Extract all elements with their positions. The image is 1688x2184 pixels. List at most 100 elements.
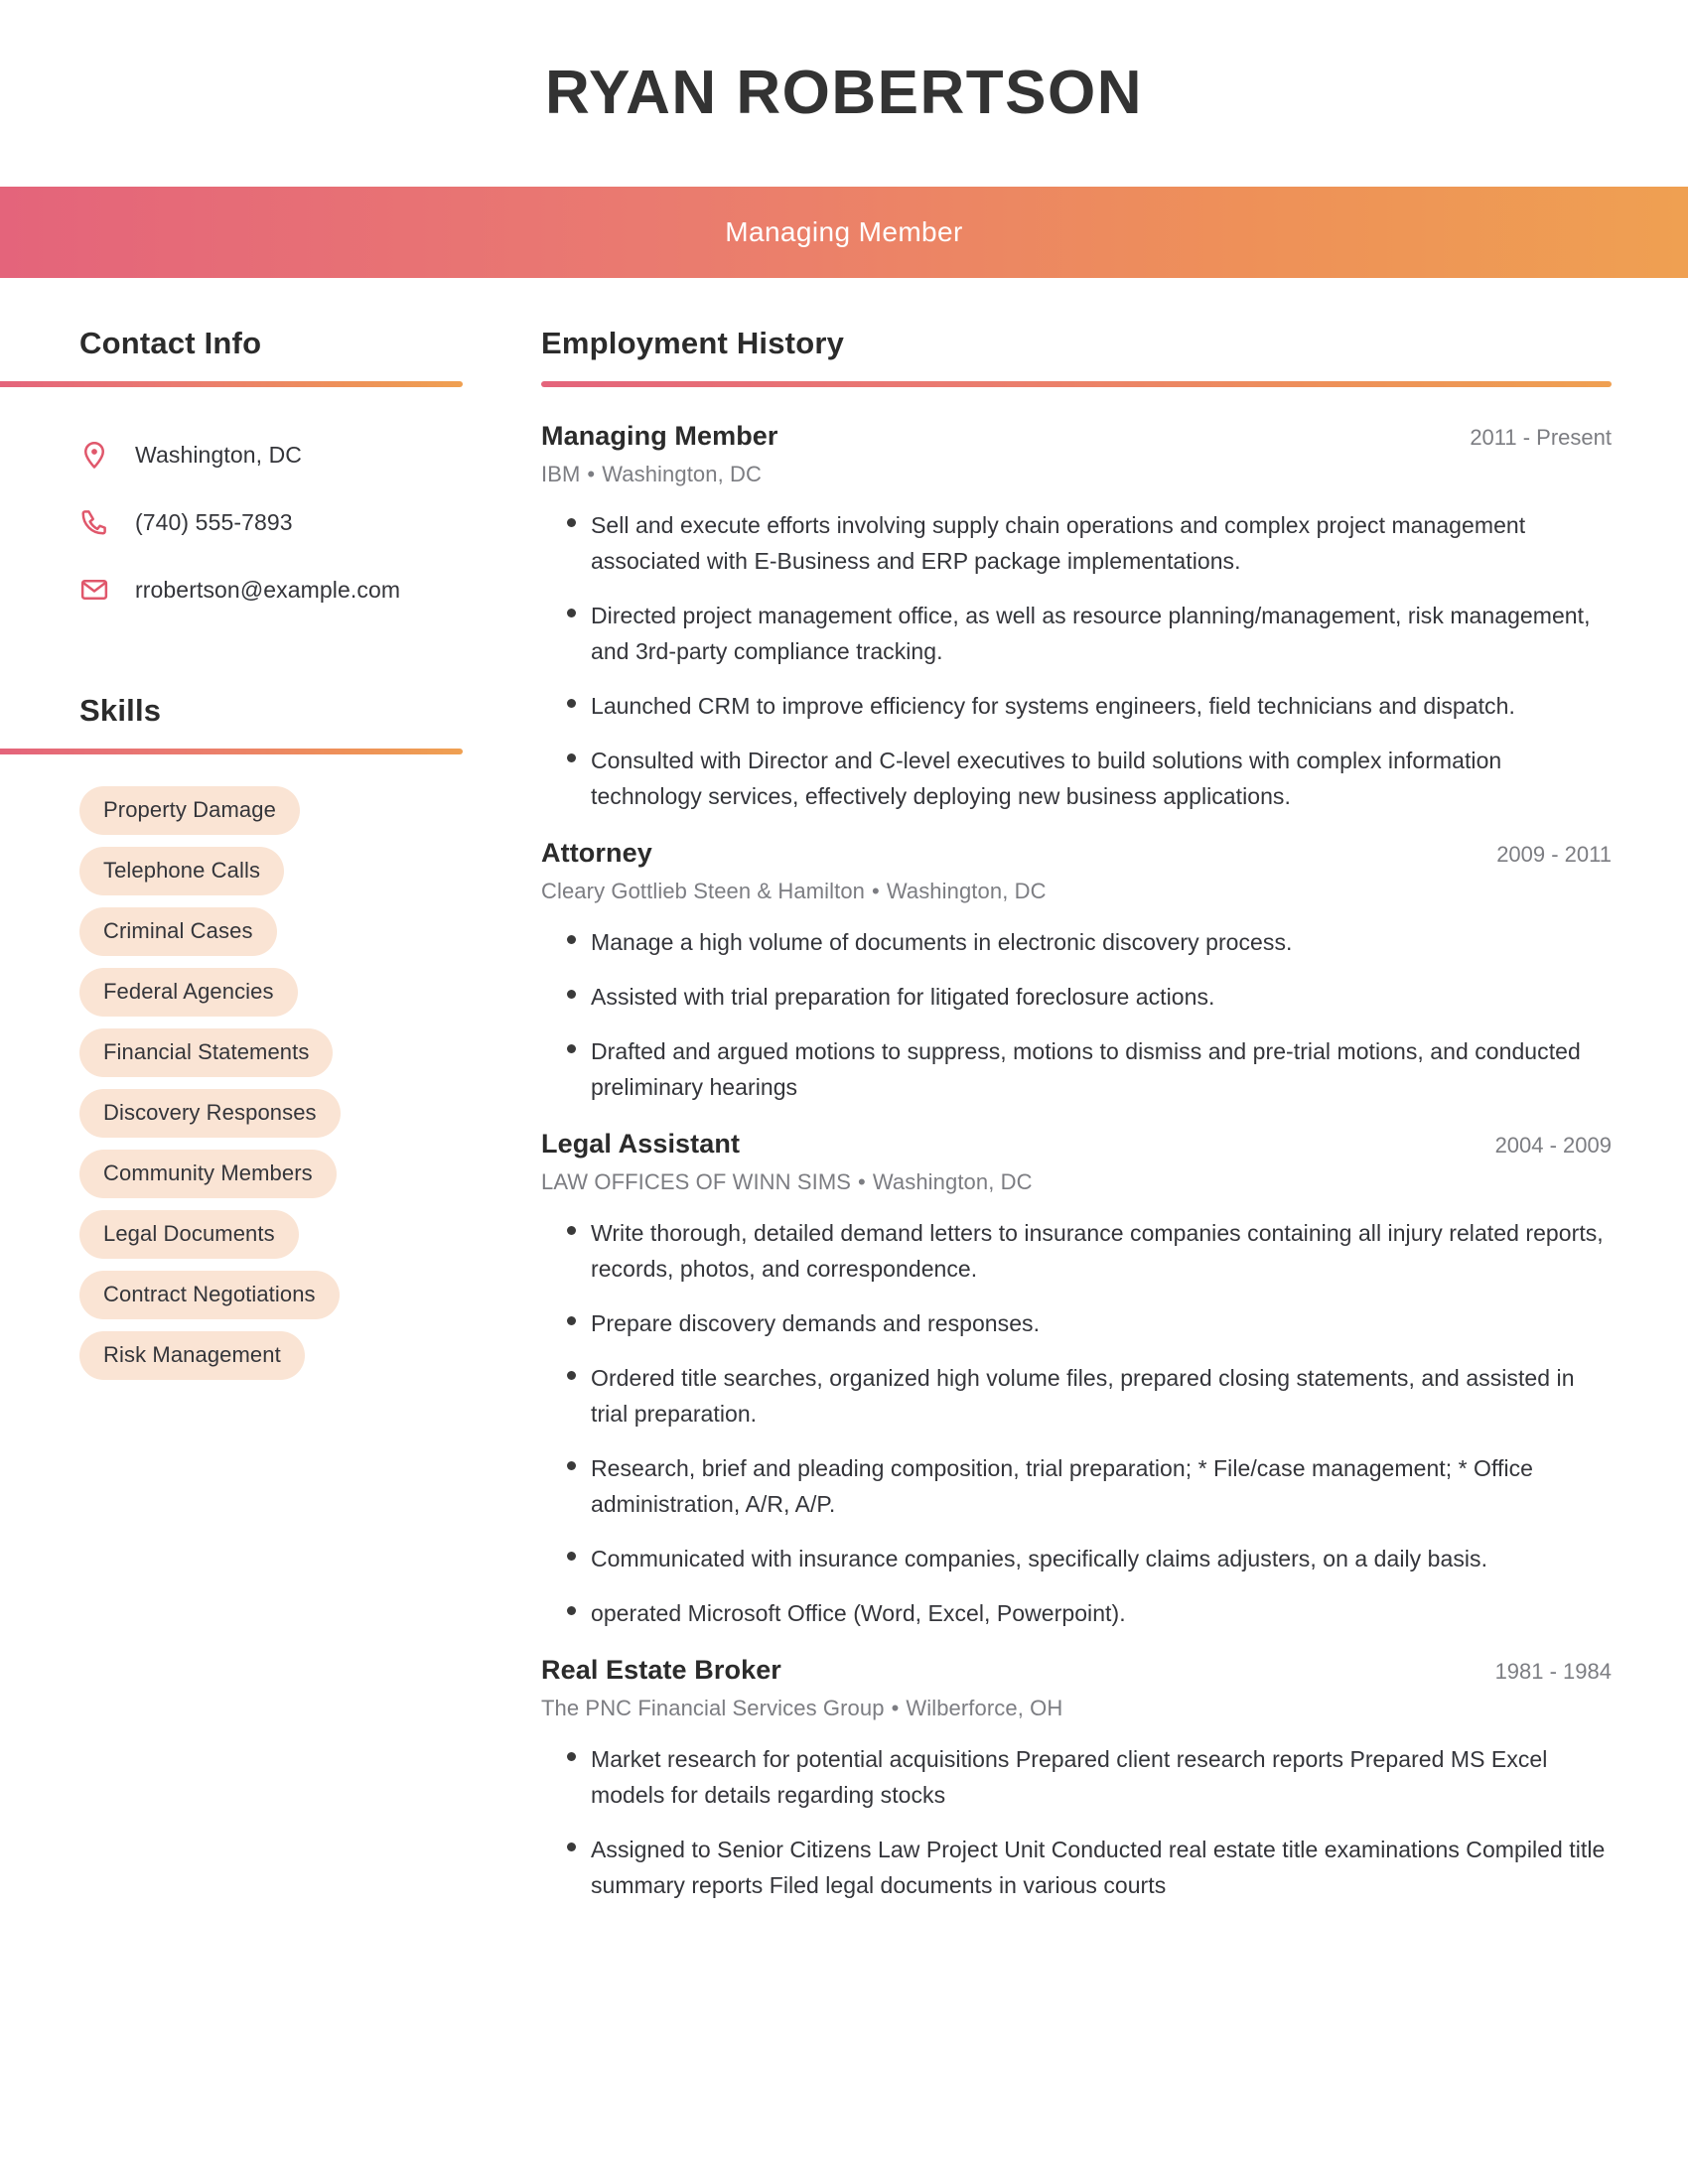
bullet-dot-icon <box>567 1541 591 1561</box>
job-meta-separator: • <box>587 462 596 486</box>
employment-list: Managing Member 2011 - Present IBM • Washing… <box>541 421 1612 1903</box>
job-dates: 2004 - 2009 <box>1494 1133 1612 1158</box>
contact-item-2[interactable]: rrobertson@example.com <box>79 556 496 623</box>
job-bullets: Market research for potential acquisitio… <box>541 1741 1612 1903</box>
job-bullet-text: Assisted with trial preparation for liti… <box>591 984 1215 1010</box>
skill-tag[interactable]: Property Damage <box>79 786 300 835</box>
sidebar: Contact Info Washington, DC (740) 555-789… <box>0 326 496 1392</box>
phone-icon <box>79 507 119 537</box>
job-company: LAW OFFICES OF WINN SIMS <box>541 1169 852 1194</box>
job-bullet: Manage a high volume of documents in ele… <box>541 924 1612 960</box>
contact-item-value: Washington, DC <box>135 441 303 468</box>
skill-tag[interactable]: Risk Management <box>79 1331 305 1380</box>
job-bullet-text: Directed project management office, as w… <box>591 603 1591 664</box>
skill-row: Contract Negotiations <box>79 1271 496 1331</box>
job-role: Legal Assistant <box>541 1129 741 1159</box>
page-title: RYAN ROBERTSON <box>544 59 1144 127</box>
job-company: The PNC Financial Services Group <box>541 1696 885 1720</box>
skill-row: Criminal Cases <box>79 907 496 968</box>
skill-tag[interactable]: Federal Agencies <box>79 968 298 1017</box>
job-dates: 1981 - 1984 <box>1494 1659 1612 1684</box>
bullet-dot-icon <box>567 743 591 762</box>
job-bullet: Launched CRM to improve efficiency for s… <box>541 688 1612 724</box>
job-bullet: Prepare discovery demands and responses. <box>541 1305 1612 1341</box>
job-bullet: Assigned to Senior Citizens Law Project … <box>541 1832 1612 1903</box>
bullet-dot-icon <box>567 979 591 999</box>
job-location: Washington, DC <box>872 1169 1033 1194</box>
bullet-dot-icon <box>567 1450 591 1470</box>
skill-tag[interactable]: Legal Documents <box>79 1210 299 1259</box>
job-bullet-text: Launched CRM to improve efficiency for s… <box>591 693 1515 719</box>
job-location: Wilberforce, OH <box>906 1696 1063 1720</box>
job-dates: 2011 - Present <box>1470 425 1612 450</box>
skill-tag[interactable]: Community Members <box>79 1150 337 1198</box>
bullet-dot-icon <box>567 924 591 944</box>
job-role: Attorney <box>541 838 652 868</box>
job-header: Real Estate Broker 1981 - 1984 <box>541 1655 1612 1686</box>
job-header: Attorney 2009 - 2011 <box>541 838 1612 869</box>
skill-tag[interactable]: Contract Negotiations <box>79 1271 340 1319</box>
job-bullet-text: operated Microsoft Office (Word, Excel, … <box>591 1600 1126 1626</box>
job-entry: Legal Assistant 2004 - 2009 LAW OFFICES OF… <box>541 1129 1612 1631</box>
bullet-dot-icon <box>567 1360 591 1380</box>
bullet-dot-icon <box>567 507 591 527</box>
job-bullet-text: Manage a high volume of documents in ele… <box>591 929 1293 955</box>
job-location: Washington, DC <box>886 879 1047 903</box>
skill-tag[interactable]: Financial Statements <box>79 1028 334 1077</box>
skill-tag[interactable]: Discovery Responses <box>79 1089 341 1138</box>
body-columns: Contact Info Washington, DC (740) 555-789… <box>0 278 1688 1922</box>
job-bullets: Sell and execute efforts involving suppl… <box>541 507 1612 814</box>
job-bullet-text: Market research for potential acquisitio… <box>591 1746 1548 1808</box>
bullet-dot-icon <box>567 598 591 617</box>
job-location: Washington, DC <box>602 462 762 486</box>
bullet-dot-icon <box>567 1215 591 1235</box>
skill-row: Property Damage <box>79 786 496 847</box>
job-meta: Cleary Gottlieb Steen & Hamilton • Washing… <box>541 879 1612 904</box>
job-bullet: Sell and execute efforts involving suppl… <box>541 507 1612 579</box>
job-bullet: Consulted with Director and C-level exec… <box>541 743 1612 814</box>
skill-row: Risk Management <box>79 1331 496 1392</box>
job-company: Cleary Gottlieb Steen & Hamilton <box>541 879 866 903</box>
job-bullet: operated Microsoft Office (Word, Excel, … <box>541 1595 1612 1631</box>
job-bullet: Assisted with trial preparation for liti… <box>541 979 1612 1015</box>
job-entry: Managing Member 2011 - Present IBM • Washing… <box>541 421 1612 814</box>
skill-row: Financial Statements <box>79 1028 496 1089</box>
contact-heading-rule <box>0 381 463 387</box>
job-bullet: Communicated with insurance companies, s… <box>541 1541 1612 1576</box>
job-bullet-text: Write thorough, detailed demand letters … <box>591 1220 1604 1282</box>
contact-heading: Contact Info <box>79 326 262 360</box>
job-bullet: Market research for potential acquisitio… <box>541 1741 1612 1813</box>
employment-heading-rule <box>541 381 1612 387</box>
job-meta: The PNC Financial Services Group • Wilberf… <box>541 1696 1612 1721</box>
job-entry: Real Estate Broker 1981 - 1984 The PNC Fin… <box>541 1655 1612 1903</box>
job-role: Managing Member <box>541 421 778 451</box>
skill-tag[interactable]: Criminal Cases <box>79 907 277 956</box>
job-bullet: Directed project management office, as w… <box>541 598 1612 669</box>
job-meta-separator: • <box>891 1696 900 1720</box>
envelope-icon <box>79 575 119 605</box>
job-meta-separator: • <box>858 1169 866 1194</box>
bullet-dot-icon <box>567 1832 591 1851</box>
job-dates: 2009 - 2011 <box>1496 842 1612 867</box>
job-company: IBM <box>541 462 581 486</box>
job-bullet-text: Drafted and argued motions to suppress, … <box>591 1038 1581 1100</box>
skill-row: Legal Documents <box>79 1210 496 1271</box>
bullet-dot-icon <box>567 688 591 708</box>
skill-tag[interactable]: Telephone Calls <box>79 847 285 895</box>
job-bullet-text: Consulted with Director and C-level exec… <box>591 748 1502 809</box>
skill-row: Discovery Responses <box>79 1089 496 1150</box>
contact-item-0[interactable]: Washington, DC <box>79 421 496 488</box>
job-meta: IBM • Washington, DC <box>541 462 1612 487</box>
header-name-band: RYAN ROBERTSON <box>0 0 1688 187</box>
job-bullet: Ordered title searches, organized high v… <box>541 1360 1612 1432</box>
skills-section: Skills Property Damage Telephone Calls Cri… <box>0 693 496 1392</box>
location-pin-icon <box>79 440 119 470</box>
bullet-dot-icon <box>567 1305 591 1325</box>
bullet-dot-icon <box>567 1595 591 1615</box>
bullet-dot-icon <box>567 1033 591 1053</box>
job-bullets: Write thorough, detailed demand letters … <box>541 1215 1612 1631</box>
contact-item-1[interactable]: (740) 555-7893 <box>79 488 496 556</box>
employment-heading: Employment History <box>541 326 845 360</box>
header-title-band: Managing Member <box>0 187 1688 278</box>
job-bullet-text: Assigned to Senior Citizens Law Project … <box>591 1837 1606 1898</box>
